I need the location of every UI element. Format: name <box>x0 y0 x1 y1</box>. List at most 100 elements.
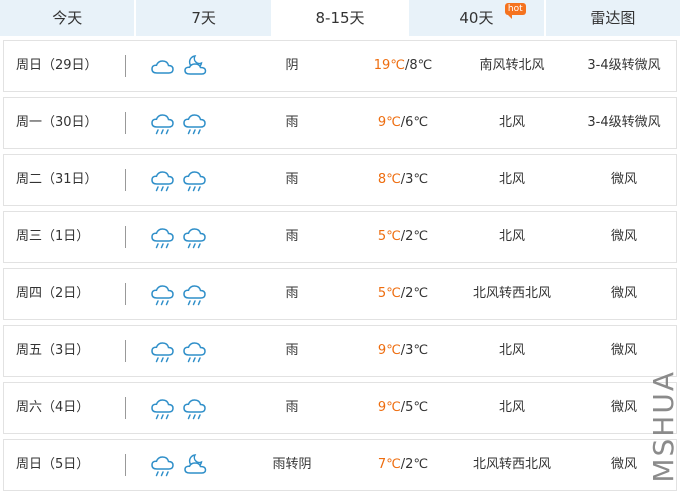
condition: 雨转阴 <box>272 457 312 472</box>
wind-direction: 北风 <box>498 400 525 415</box>
forecast-row: 周二（31日） 雨 8℃/3℃ 北风 微风 <box>3 154 677 206</box>
rain-icon <box>150 166 178 194</box>
wind-direction: 北风 <box>498 172 525 187</box>
cloudy-icon <box>150 52 178 80</box>
wind-direction: 北风转西北风 <box>472 457 551 472</box>
wind-force: 微风 <box>610 343 637 358</box>
condition: 雨 <box>285 343 299 358</box>
tab-label: 7天 <box>191 9 216 27</box>
condition: 雨 <box>285 172 299 187</box>
temperature: 19℃/8℃ <box>360 41 446 91</box>
wind-force: 微风 <box>610 286 637 301</box>
watermark: MSHUA <box>647 370 680 483</box>
tab-radar[interactable]: 雷达图 <box>545 0 681 36</box>
temperature: 7℃/2℃ <box>360 440 446 490</box>
rain-icon <box>150 337 178 365</box>
rain-icon <box>150 394 178 422</box>
low-temp: /5℃ <box>400 400 429 415</box>
tab-label: 40天 <box>459 9 494 27</box>
wind-direction: 北风 <box>498 343 525 358</box>
high-temp: 5℃ <box>377 229 401 244</box>
forecast-row: 周日（29日） 阴 19℃/8℃ 南风转北风 3-4级转微风 <box>3 40 677 92</box>
condition: 雨 <box>285 115 299 130</box>
forecast-row: 周四（2日） 雨 5℃/2℃ 北风转西北风 微风 <box>3 268 677 320</box>
weather-icons <box>150 280 210 308</box>
forecast-row: 周五（3日） 雨 9℃/3℃ 北风 微风 <box>3 325 677 377</box>
rain-icon <box>182 280 210 308</box>
weather-icons <box>150 52 210 80</box>
rain-icon <box>150 223 178 251</box>
rain-icon <box>150 451 178 479</box>
forecast-row: 周日（5日） 雨转阴 7℃/2℃ 北风转西北风 微风 <box>3 439 677 491</box>
forecast-row: 周三（1日） 雨 5℃/2℃ 北风 微风 <box>3 211 677 263</box>
high-temp: 9℃ <box>377 343 401 358</box>
divider <box>125 112 126 134</box>
low-temp: /3℃ <box>400 343 429 358</box>
high-temp: 9℃ <box>377 400 401 415</box>
rain-icon <box>182 223 210 251</box>
divider <box>125 454 126 476</box>
tab-7-days[interactable]: 7天 <box>136 0 273 36</box>
rain-icon <box>150 280 178 308</box>
temperature: 5℃/2℃ <box>360 269 446 319</box>
day-label: 周三（1日） <box>16 229 90 244</box>
low-temp: /2℃ <box>400 229 429 244</box>
low-temp: /2℃ <box>400 286 429 301</box>
divider <box>125 340 126 362</box>
hot-badge: hot <box>504 3 526 19</box>
weather-icons <box>150 166 210 194</box>
tab-today[interactable]: 今天 <box>0 0 137 36</box>
divider <box>125 283 126 305</box>
high-temp: 8℃ <box>377 172 401 187</box>
day-label: 周日（29日） <box>16 58 98 73</box>
wind-force: 3-4级转微风 <box>587 58 661 73</box>
tab-40-days[interactable]: 40天 hot <box>409 0 546 36</box>
forecast-tabs: 今天 7天 8-15天 40天 hot 雷达图 <box>0 0 681 36</box>
high-temp: 5℃ <box>377 286 401 301</box>
high-temp: 9℃ <box>377 115 401 130</box>
weather-icons <box>150 109 210 137</box>
tab-label: 今天 <box>52 9 83 27</box>
rain-icon <box>150 109 178 137</box>
temperature: 5℃/2℃ <box>360 212 446 262</box>
low-temp: /8℃ <box>404 58 433 73</box>
wind-direction: 南风转北风 <box>479 58 545 73</box>
divider <box>125 226 126 248</box>
wind-force: 微风 <box>610 229 637 244</box>
rain-icon <box>182 337 210 365</box>
tab-label: 雷达图 <box>590 9 636 27</box>
forecast-row: 周六（4日）雨 9℃/5℃ 北风 微风 <box>3 382 677 434</box>
low-temp: /2℃ <box>400 457 429 472</box>
day-label: 周日（5日） <box>16 457 90 472</box>
divider <box>125 55 126 77</box>
tab-8-15-days[interactable]: 8-15天 <box>272 0 410 36</box>
condition: 雨 <box>285 229 299 244</box>
rain-icon <box>182 109 210 137</box>
high-temp: 7℃ <box>377 457 401 472</box>
weather-icons <box>150 223 210 251</box>
high-temp: 19℃ <box>373 58 405 73</box>
wind-direction: 北风 <box>498 115 525 130</box>
divider <box>125 397 126 419</box>
wind-force: 微风 <box>610 172 637 187</box>
wind-force: 3-4级转微风 <box>587 115 661 130</box>
condition: 雨 <box>285 400 299 415</box>
day-label: 周二（31日） <box>16 172 98 187</box>
wind-direction: 北风转西北风 <box>472 286 551 301</box>
weather-icons <box>150 337 210 365</box>
temperature: 9℃/3℃ <box>360 326 446 376</box>
day-label: 周一（30日） <box>16 115 98 130</box>
day-label: 周六（4日） <box>16 400 90 415</box>
temperature: 9℃/6℃ <box>360 98 446 148</box>
rain-icon <box>182 394 210 422</box>
condition: 雨 <box>285 286 299 301</box>
weather-icons <box>150 394 210 422</box>
condition: 阴 <box>285 58 299 73</box>
day-label: 周五（3日） <box>16 343 90 358</box>
moon-cloud-icon <box>182 451 210 479</box>
divider <box>125 169 126 191</box>
forecast-row: 周一（30日） 雨 9℃/6℃ 北风 3-4级转微风 <box>3 97 677 149</box>
temperature: 8℃/3℃ <box>360 155 446 205</box>
temperature: 9℃/5℃ <box>360 383 446 433</box>
moon-cloud-icon <box>182 52 210 80</box>
